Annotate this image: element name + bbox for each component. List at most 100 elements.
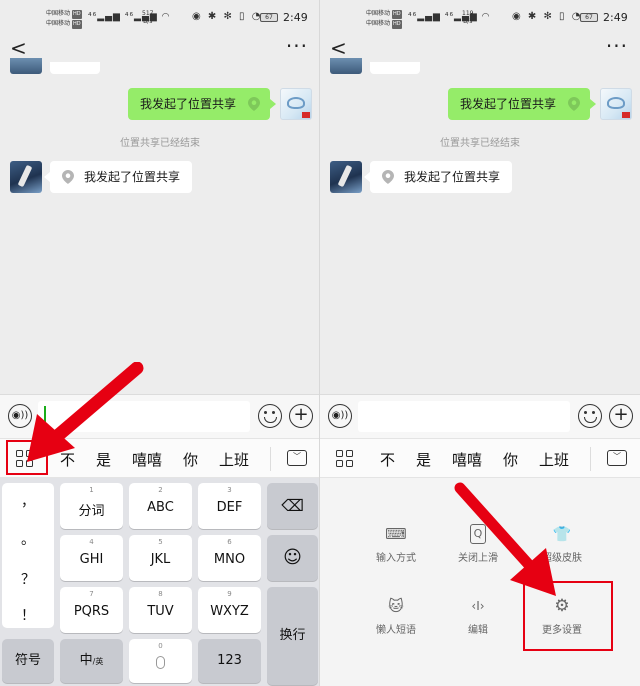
candidate-word[interactable]: 嘻嘻 [452,449,482,470]
hd-badge: HD [72,10,82,19]
key-7[interactable]: 7 PQRS [60,587,123,633]
candidate-word[interactable]: 不 [380,449,395,470]
microphone-icon [156,656,165,669]
chat-area: 我发起了位置共享 位置共享已经结束 我发起了位置共享 [320,58,640,394]
lazy-cat-icon: 🐱 [388,597,404,615]
battery-icon: 67 [260,13,278,22]
candidate-word[interactable]: 是 [416,449,431,470]
received-message-row: 我发起了位置共享 [330,161,630,195]
key-number: 3 [227,486,232,494]
speed-value: 119 [462,10,474,17]
key-number: 2 [158,486,163,494]
candidate-word[interactable]: 你 [503,449,518,470]
red-arrow-icon [454,482,556,596]
avatar[interactable] [280,88,312,120]
avatar[interactable] [10,161,42,193]
chevron-left-icon[interactable]: < [330,36,347,60]
key-6[interactable]: 6 MNO [198,535,261,581]
sent-message-row: 我发起了位置共享 [72,88,312,122]
candidate-word[interactable]: 上班 [539,449,569,470]
ellipsis-icon[interactable]: ··· [606,34,628,58]
sent-location-bubble[interactable]: 我发起了位置共享 [127,88,277,120]
carrier-name: 中国移动 [366,20,391,27]
system-status-icons: ◉ ✱ ✻ ▯ ◔ [192,11,263,22]
system-notice: 位置共享已经结束 [120,138,200,149]
emoji-key[interactable]: ☺ [267,535,318,581]
key-2[interactable]: 2 ABC [129,483,192,529]
message-text: 我发起了位置共享 [459,97,556,111]
plus-icon[interactable]: + [609,404,633,428]
punct-key[interactable]: ？ [2,569,54,589]
avatar[interactable] [330,58,362,74]
carrier-name: 中国移动 [46,10,71,17]
received-message-row: 我发起了位置共享 [10,161,310,195]
key-number: 0 [158,642,163,650]
voice-icon[interactable]: ◉)) [328,404,352,428]
key-1[interactable]: 1 分词 [60,483,123,529]
zero-space-key[interactable]: 0 [129,639,192,683]
collapse-keyboard-icon[interactable]: ﹀ [607,450,627,466]
message-bubble[interactable] [370,62,420,74]
speed-unit: B/s [143,18,153,25]
key-number: 9 [227,590,232,598]
system-status-icons: ◉ ✱ ✻ ▯ ◔ [512,11,583,22]
toolbox-grid-icon[interactable] [332,447,358,471]
message-text: 我发起了位置共享 [404,170,501,184]
punct-key[interactable]: ！ [2,605,54,625]
key-label: ABC [147,500,174,515]
location-pin-icon [382,170,394,184]
key-label: MNO [213,552,246,567]
lang-main: 中 [79,653,93,668]
key-5[interactable]: 5 JKL [129,535,192,581]
emoji-icon[interactable] [258,404,282,428]
tool-edit[interactable]: ‹I› 编辑 [438,596,518,636]
sent-location-bubble[interactable]: 我发起了位置共享 [447,88,597,120]
key-4[interactable]: 4 GHI [60,535,123,581]
delete-key[interactable]: ⌫ [267,483,318,529]
avatar[interactable] [330,161,362,193]
network-speed: 517 B/s [142,10,153,26]
enter-key[interactable]: 换行 [267,587,318,685]
key-8[interactable]: 8 TUV [129,587,192,633]
message-text: 我发起了位置共享 [84,170,181,184]
punct-key[interactable]: ， [2,491,54,511]
candidate-word[interactable]: 上班 [219,449,249,470]
signal-icon: ⁴⁶▂▄▆ ⁴⁶▂▄▆ ◠ [88,12,171,22]
plus-icon[interactable]: + [289,404,313,428]
key-9[interactable]: 9 WXYZ [198,587,261,633]
key-3[interactable]: 3 DEF [198,483,261,529]
received-location-bubble[interactable]: 我发起了位置共享 [363,161,513,193]
punctuation-column: ， 。 ？ ！ [2,483,54,628]
speed-value: 517 [142,10,154,17]
clock: 2:49 [603,11,628,24]
key-number: 7 [89,590,94,598]
punct-key[interactable]: 。 [2,529,54,549]
message-input[interactable] [358,401,570,432]
emoji-icon[interactable] [578,404,602,428]
key-label: PQRS [73,604,110,619]
battery-icon: 67 [580,13,598,22]
language-toggle-key[interactable]: 中/英 [60,639,123,683]
chat-input-bar: ◉)) + [320,394,640,438]
message-bubble[interactable] [50,62,100,74]
keyboard-icon: ⌨ [385,525,407,543]
carrier-info: 中国移动 HD 中国移动 HD [46,9,82,29]
key-label: WXYZ [210,604,249,619]
key-number: 5 [158,538,163,546]
tool-input-method[interactable]: ⌨ 输入方式 [356,524,436,564]
lang-sub: /英 [92,657,104,666]
avatar[interactable] [600,88,632,120]
ellipsis-icon[interactable]: ··· [286,34,308,58]
number-mode-key[interactable]: 123 [198,639,261,683]
avatar[interactable] [10,58,42,74]
chat-nav-bar: < ··· [320,34,640,66]
collapse-keyboard-icon[interactable]: ﹀ [287,450,307,466]
chevron-left-icon[interactable]: < [10,36,27,60]
location-pin-icon [62,170,74,184]
candidate-word[interactable]: 你 [183,449,198,470]
tool-lazy-phrases[interactable]: 🐱 懒人短语 [356,596,436,636]
received-location-bubble[interactable]: 我发起了位置共享 [43,161,193,193]
location-pin-icon [568,97,580,111]
symbols-key[interactable]: 符号 [2,639,54,683]
message-text: 我发起了位置共享 [139,97,236,111]
